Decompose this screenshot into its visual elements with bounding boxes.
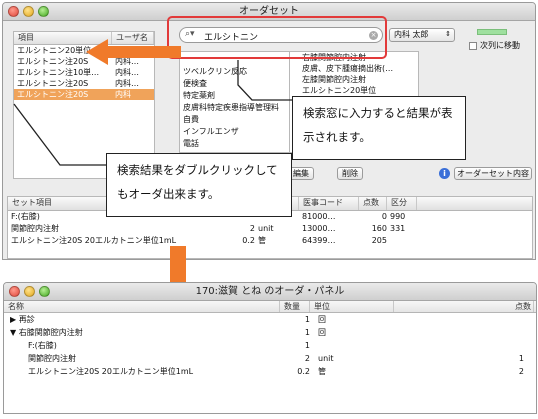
order-item-name: 関節腔内注射 [28,354,76,363]
minimize-button[interactable] [24,286,35,297]
col-bottom-points[interactable]: 点数 [394,301,534,312]
order-panel-title-bar: 170:滋賀 とね のオーダ・パネル [4,283,536,301]
order-row[interactable]: ▼ 右膝関節腔内注射 1 回 [4,326,536,339]
order-item-unit: 管 [318,367,326,376]
order-item-points [394,313,524,326]
col-qty[interactable]: 数量 [280,301,310,312]
order-item-unit: 回 [318,315,326,324]
order-item-qty: 2 [304,354,310,363]
order-item-unit: 回 [318,328,326,337]
order-item-name: F:(右膝) [28,341,57,350]
order-item-name: エルシトニン注20S 20エルカトニン単位1mL [28,367,194,376]
order-item-name: ▶ 再診 [10,315,35,324]
order-item-points: 2 [518,367,524,376]
zoom-button[interactable] [39,286,50,297]
order-row[interactable]: 関節腔内注射 2 unit 1 [4,352,536,365]
close-button[interactable] [9,286,20,297]
search-hint-callout: 検索窓に入力すると結果が表示されます。 [292,96,466,160]
col-unit[interactable]: 単位 [310,301,394,312]
order-item-points [394,326,524,339]
order-item-points: 1 [518,354,524,363]
order-panel-title: 170:滋賀 とね のオーダ・パネル [195,286,345,297]
col-name[interactable]: 名称 [4,301,280,312]
order-item-qty: 1 [304,315,310,324]
order-item-name: ▼ 右膝関節腔内注射 [10,328,83,337]
order-item-qty: 1 [304,341,310,350]
double-click-hint-callout: 検索結果をダブルクリックしてもオーダ出来ます。 [106,153,292,217]
order-item-qty: 1 [304,328,310,337]
order-row[interactable]: ▶ 再診 1 回 [4,313,536,326]
order-row[interactable]: エルシトニン注20S 20エルカトニン単位1mL 0.2 管 2 [4,365,536,378]
order-row[interactable]: F:(右膝) 1 [4,339,536,352]
order-item-points [394,339,524,352]
order-item-unit: unit [318,354,334,363]
order-panel-window: 170:滋賀 とね のオーダ・パネル 名称 数量 単位 点数 ▶ 再診 1 回 ▼ 右… [3,282,537,414]
order-item-unit [310,339,394,352]
order-item-qty: 0.2 [297,367,310,376]
